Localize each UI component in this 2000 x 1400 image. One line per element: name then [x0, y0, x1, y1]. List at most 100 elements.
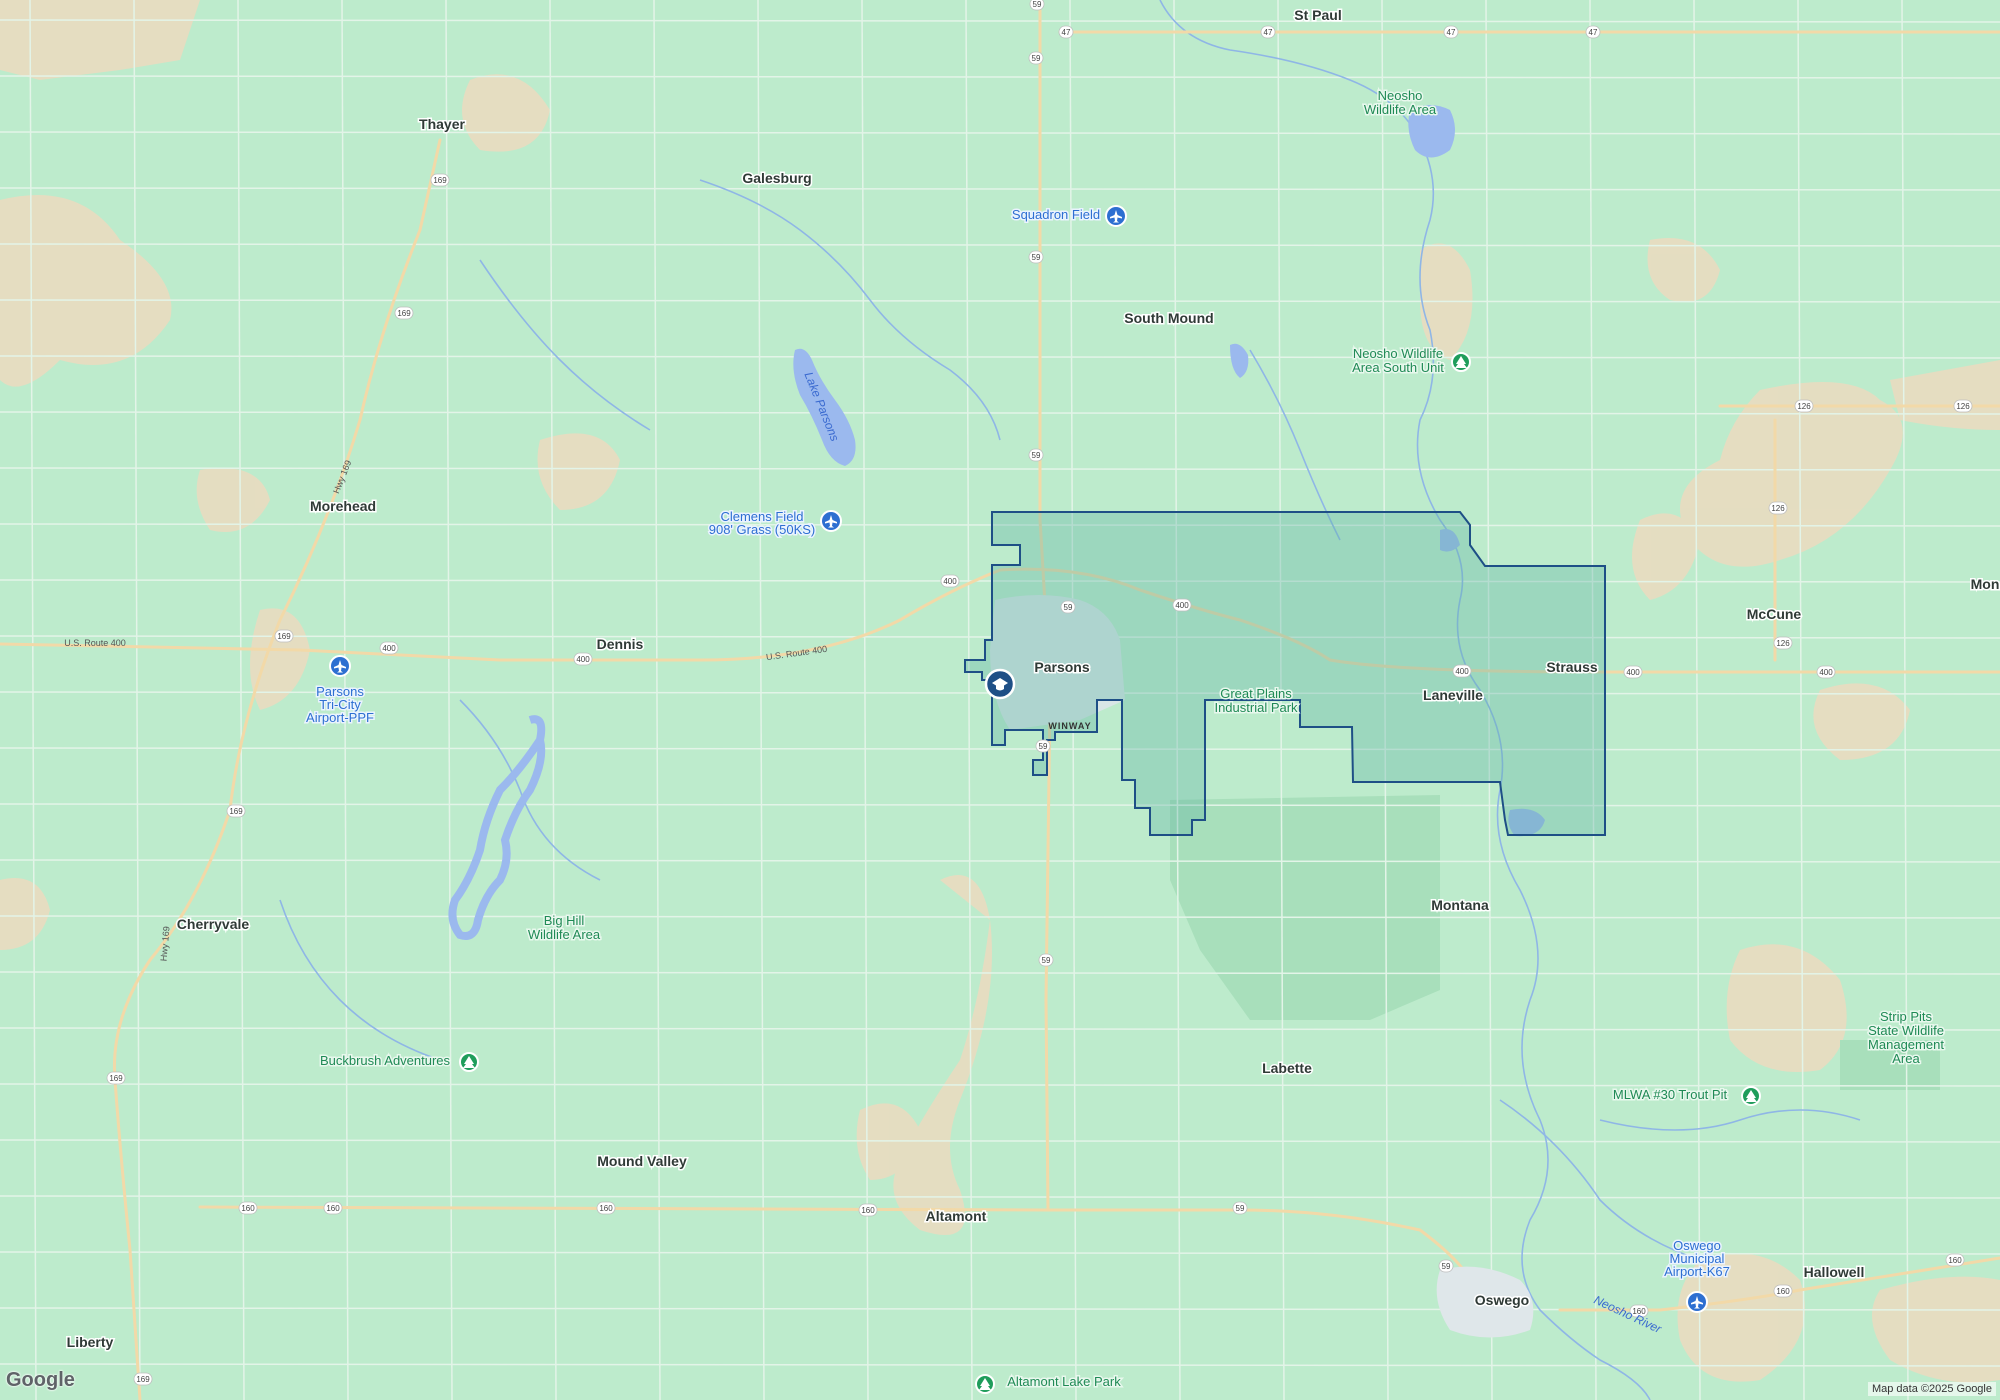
svg-text:400: 400 — [1819, 668, 1833, 677]
route-shield: 59 — [1029, 0, 1045, 11]
place-label-altamont[interactable]: Altamont — [924, 1207, 988, 1226]
airport-label-line: Squadron Field — [1012, 207, 1100, 222]
svg-text:47: 47 — [1589, 28, 1598, 37]
svg-text:160: 160 — [241, 1204, 255, 1213]
airport-label-line: Airport-PPF — [306, 710, 374, 725]
place-label-parsons[interactable]: Parsons — [1033, 658, 1091, 677]
place-label-cherryvale[interactable]: Cherryvale — [175, 915, 251, 934]
svg-text:160: 160 — [326, 1204, 340, 1213]
park-label-line: MLWA #30 Trout Pit — [1613, 1087, 1728, 1102]
route-shield: 59 — [1060, 600, 1076, 614]
place-label-st-paul[interactable]: St Paul — [1293, 6, 1343, 25]
svg-text:126: 126 — [1797, 402, 1811, 411]
place-label-hallowell[interactable]: Hallowell — [1802, 1263, 1866, 1282]
route-shield: 169 — [106, 1071, 126, 1085]
place-label-south-mound[interactable]: South Mound — [1123, 309, 1215, 328]
park-label-line: Buckbrush Adventures — [320, 1053, 451, 1068]
place-label-laneville[interactable]: Laneville — [1422, 686, 1485, 705]
route-shield: 400 — [1816, 665, 1836, 679]
route-shield: 400 — [1452, 664, 1472, 678]
route-shield: 400 — [1172, 598, 1192, 612]
svg-text:400: 400 — [576, 655, 590, 664]
tree-icon — [459, 1052, 479, 1072]
park-label-line: Industrial Park — [1214, 700, 1298, 715]
park-altamont-lake[interactable]: Altamont Lake Park — [1006, 1373, 1123, 1391]
place-label-mound-valley[interactable]: Mound Valley — [596, 1152, 689, 1171]
park-neosho-wa-south[interactable]: Neosho WildlifeArea South Unit — [1351, 345, 1446, 377]
place-label-dennis[interactable]: Dennis — [595, 635, 645, 654]
svg-text:59: 59 — [1033, 0, 1042, 9]
route-shield: 169 — [430, 173, 450, 187]
airplane-icon — [1105, 205, 1127, 227]
route-shield: 160 — [1773, 1284, 1793, 1298]
park-mlwa[interactable]: MLWA #30 Trout Pit — [1611, 1086, 1729, 1104]
school-marker[interactable] — [984, 668, 1016, 700]
route-shield: 126 — [1794, 399, 1814, 413]
place-label-liberty[interactable]: Liberty — [65, 1333, 115, 1352]
route-shield: 160 — [596, 1201, 616, 1215]
park-label-line: Strip Pits — [1880, 1009, 1933, 1024]
route-shield: 59 — [1028, 51, 1044, 65]
place-label-montana[interactable]: Montana — [1430, 896, 1491, 915]
park-label-line: Altamont Lake Park — [1007, 1374, 1121, 1389]
svg-text:400: 400 — [1626, 668, 1640, 677]
route-shield: 160 — [238, 1201, 258, 1215]
airport-clemens-field[interactable]: Clemens Field908' Grass (50KS) — [707, 508, 817, 539]
route-shield: 400 — [1623, 665, 1643, 679]
svg-text:400: 400 — [1175, 601, 1189, 610]
airport-squadron-field[interactable]: Squadron Field — [1010, 206, 1101, 224]
tree-icon — [1451, 352, 1471, 372]
park-label-line: Area South Unit — [1352, 360, 1444, 375]
route-shield: 169 — [274, 629, 294, 643]
svg-text:160: 160 — [1948, 1256, 1962, 1265]
place-label-morehead[interactable]: Morehead — [308, 497, 377, 516]
svg-text:169: 169 — [277, 632, 291, 641]
route-shield: 160 — [1945, 1253, 1965, 1267]
svg-text:47: 47 — [1447, 28, 1456, 37]
park-label-line: Wildlife Area — [528, 927, 601, 942]
svg-text:59: 59 — [1032, 54, 1041, 63]
svg-text:59: 59 — [1039, 742, 1048, 751]
place-label-strauss[interactable]: Strauss — [1545, 658, 1600, 677]
place-label-mon[interactable]: Mon — [1969, 575, 2000, 594]
airplane-icon — [1686, 1291, 1708, 1313]
airport-oswego-airport[interactable]: OswegoMunicipalAirport-K67 — [1663, 1237, 1732, 1281]
airport-label-line: Airport-K67 — [1664, 1264, 1730, 1279]
route-shield: 59 — [1438, 1259, 1454, 1273]
route-shield: 160 — [858, 1203, 878, 1217]
svg-text:169: 169 — [109, 1074, 123, 1083]
svg-text:169: 169 — [136, 1375, 150, 1384]
svg-text:47: 47 — [1062, 28, 1071, 37]
route-shield: 400 — [940, 574, 960, 588]
place-label-oswego[interactable]: Oswego — [1473, 1291, 1530, 1310]
svg-text:160: 160 — [1776, 1287, 1790, 1296]
place-label-galesburg[interactable]: Galesburg — [741, 169, 813, 188]
tree-icon — [975, 1374, 995, 1394]
route-shield: 59 — [1035, 739, 1051, 753]
route-shield: 59 — [1038, 953, 1054, 967]
route-shield: 126 — [1953, 399, 1973, 413]
place-label-thayer[interactable]: Thayer — [418, 115, 467, 134]
park-label-line: Neosho — [1378, 88, 1423, 103]
airplane-icon — [329, 655, 351, 677]
route-shield: 47 — [1058, 25, 1074, 39]
svg-text:47: 47 — [1264, 28, 1273, 37]
route-shield: 126 — [1768, 501, 1788, 515]
place-label-mccune[interactable]: McCune — [1745, 605, 1803, 624]
park-label-line: State Wildlife — [1868, 1023, 1944, 1038]
svg-text:59: 59 — [1236, 1204, 1245, 1213]
svg-text:160: 160 — [861, 1206, 875, 1215]
svg-text:169: 169 — [229, 807, 243, 816]
park-buckbrush[interactable]: Buckbrush Adventures — [318, 1052, 452, 1070]
map-canvas[interactable]: 59 47 47 47 47 59 169 59 169 59 400 400 400 169 59 400 4… — [0, 0, 2000, 1400]
park-label-line: Neosho Wildlife — [1353, 346, 1443, 361]
park-great-plains[interactable]: Great PlainsIndustrial Park — [1213, 685, 1300, 717]
route-shield: 59 — [1028, 448, 1044, 462]
route-shield: 47 — [1585, 25, 1601, 39]
route-label-us400-west: U.S. Route 400 — [64, 638, 126, 648]
airport-label-line: 908' Grass (50KS) — [709, 522, 816, 537]
map-attribution: Map data ©2025 Google — [1867, 1382, 1996, 1396]
route-shield: 169 — [394, 306, 414, 320]
park-label-line: Big Hill — [544, 913, 585, 928]
place-label-labette[interactable]: Labette — [1261, 1059, 1314, 1078]
